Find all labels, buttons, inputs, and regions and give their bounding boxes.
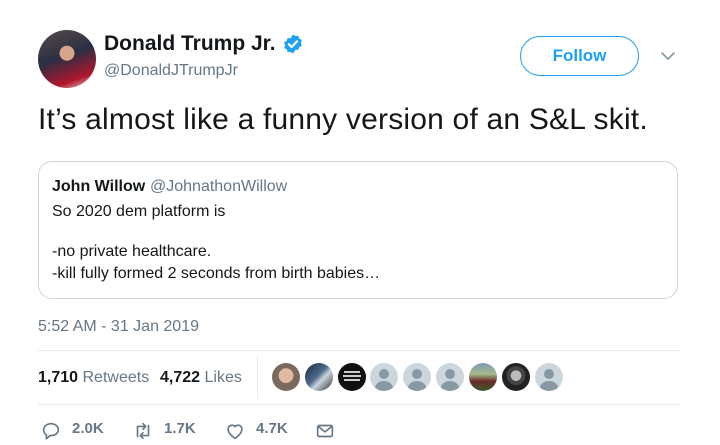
liker-avatar-default[interactable]: [436, 363, 464, 391]
verified-badge-icon: [284, 34, 302, 54]
divider: [257, 355, 258, 399]
quoted-text-line: -no private healthcare.: [52, 243, 212, 260]
quoted-author-handle: @JohnathonWillow: [150, 178, 288, 195]
liker-avatar-default[interactable]: [535, 363, 563, 391]
reply-count[interactable]: 2.0K: [72, 420, 104, 437]
retweets-stat[interactable]: 1,710 Retweets: [38, 369, 149, 387]
follow-button[interactable]: Follow: [520, 36, 639, 76]
reply-icon[interactable]: [40, 420, 62, 442]
divider: [38, 350, 680, 351]
author-handle[interactable]: @DonaldJTrumpJr: [104, 62, 238, 80]
quoted-text-line: -kill fully formed 2 seconds from birth …: [52, 265, 381, 282]
liker-avatar[interactable]: [305, 363, 333, 391]
retweets-count: 1,710: [38, 369, 79, 386]
tweet-timestamp[interactable]: 5:52 AM - 31 Jan 2019: [38, 318, 199, 336]
liker-avatar[interactable]: [272, 363, 300, 391]
liker-avatar[interactable]: [469, 363, 497, 391]
liker-avatar[interactable]: [502, 363, 530, 391]
likes-count: 4,722: [160, 369, 201, 386]
retweet-icon[interactable]: [132, 420, 154, 442]
heart-icon[interactable]: [224, 420, 246, 442]
liker-avatar-default[interactable]: [370, 363, 398, 391]
retweet-count[interactable]: 1.7K: [164, 420, 196, 437]
liker-avatar-default[interactable]: [403, 363, 431, 391]
quoted-text-line: So 2020 dem platform is: [52, 203, 226, 220]
divider: [38, 404, 680, 405]
retweets-label: Retweets: [82, 369, 150, 386]
tweet-text: It’s almost like a funny version of an S…: [38, 103, 648, 136]
likes-stat[interactable]: 4,722 Likes: [160, 369, 242, 387]
direct-message-icon[interactable]: [314, 420, 336, 442]
liker-avatar[interactable]: [338, 363, 366, 391]
chevron-down-icon[interactable]: [660, 48, 676, 64]
author-name[interactable]: Donald Trump Jr.: [104, 32, 276, 56]
like-count[interactable]: 4.7K: [256, 420, 288, 437]
quoted-author-name: John Willow: [52, 178, 146, 195]
likes-label: Likes: [204, 369, 242, 386]
author-avatar[interactable]: [38, 30, 96, 88]
